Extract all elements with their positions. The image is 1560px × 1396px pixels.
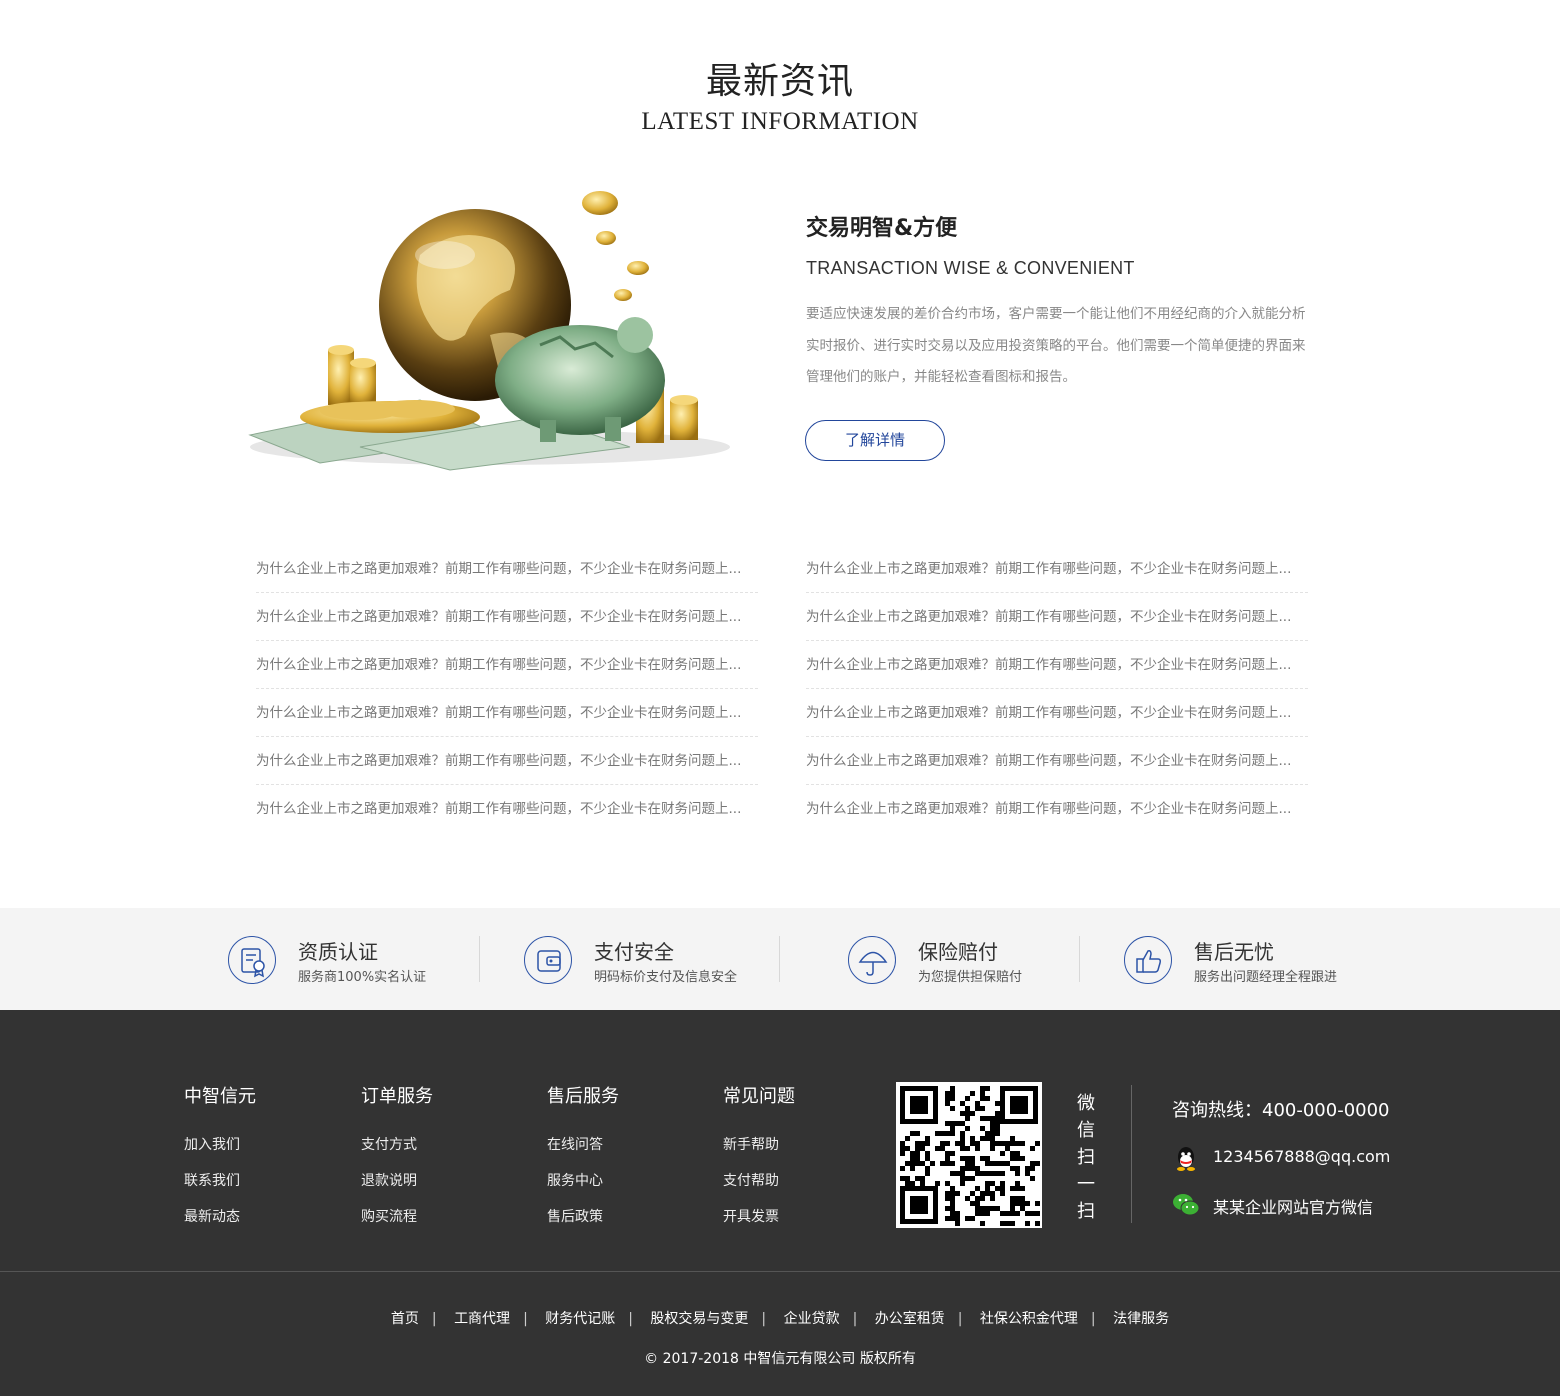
news-item[interactable]: 为什么企业上市之路更加艰难？前期工作有哪些问题，不少企业卡在财务问题上...	[806, 545, 1308, 593]
feature-block: 交易明智&方便 TRANSACTION WISE & CONVENIENT 要适…	[806, 210, 1316, 394]
bottom-link[interactable]: 工商代理	[454, 1311, 510, 1327]
feature-title: 交易明智&方便	[806, 216, 958, 241]
bottom-nav: 首页 | 工商代理 | 财务代记账 | 股权交易与变更 | 企业贷款 | 办公室租赁 | 社…	[0, 1308, 1560, 1328]
bottom-link-home[interactable]: 首页	[391, 1311, 419, 1327]
copyright: © 2017-2018 中智信元有限公司 版权所有	[644, 1351, 916, 1367]
scan-char: 微	[1077, 1093, 1095, 1114]
footer-link[interactable]: 开具发票	[723, 1206, 795, 1226]
divider	[1079, 936, 1080, 982]
footer-link[interactable]: 新手帮助	[723, 1134, 795, 1154]
footer-column-title: 售后服务	[547, 1086, 619, 1107]
service-name: 保险赔付	[918, 940, 998, 964]
news-list-left: 为什么企业上市之路更加艰难？前期工作有哪些问题，不少企业卡在财务问题上... 为…	[256, 545, 758, 833]
service-guarantee-bar: 资质认证 服务商100%实名认证 支付安全 明码标价支付及信息安全 保险赔付 为…	[0, 908, 1560, 1010]
globe-coins-money-illustration	[248, 191, 730, 471]
learn-more-button[interactable]: 了解详情	[805, 420, 945, 461]
service-name: 支付安全	[594, 940, 674, 964]
scan-char: 扫	[1077, 1147, 1095, 1168]
footer-column-orders: 订单服务 支付方式 退款说明 购买流程	[361, 1082, 433, 1226]
news-item[interactable]: 为什么企业上市之路更加艰难？前期工作有哪些问题，不少企业卡在财务问题上...	[256, 641, 758, 689]
scan-char: 扫	[1077, 1201, 1095, 1222]
wallet-icon	[524, 936, 572, 984]
news-item[interactable]: 为什么企业上市之路更加艰难？前期工作有哪些问题，不少企业卡在财务问题上...	[256, 545, 758, 593]
service-desc: 服务出问题经理全程跟进	[1194, 970, 1338, 985]
service-desc: 为您提供担保赔付	[918, 970, 1023, 985]
footer-link[interactable]: 支付帮助	[723, 1170, 795, 1190]
footer-link[interactable]: 联系我们	[184, 1170, 256, 1190]
footer-link[interactable]: 购买流程	[361, 1206, 433, 1226]
bottom-link[interactable]: 办公室租赁	[875, 1311, 945, 1327]
service-desc: 服务商100%实名认证	[298, 970, 427, 985]
footer-link[interactable]: 最新动态	[184, 1206, 256, 1226]
service-desc: 明码标价支付及信息安全	[594, 970, 738, 985]
bottom-link[interactable]: 社保公积金代理	[980, 1311, 1078, 1327]
wechat-icon	[1173, 1194, 1200, 1216]
bottom-link[interactable]: 企业贷款	[784, 1311, 840, 1327]
separator: |	[628, 1311, 633, 1327]
footer-column-title: 订单服务	[361, 1086, 433, 1107]
footer-divider	[0, 1271, 1560, 1272]
feature-description: 要适应快速发展的差价合约市场，客户需要一个能让他们不用经纪商的介入就能分析实时报…	[806, 306, 1306, 385]
service-name: 售后无忧	[1194, 940, 1274, 964]
footer-link[interactable]: 售后政策	[547, 1206, 619, 1226]
bottom-link[interactable]: 法律服务	[1113, 1311, 1169, 1327]
certificate-icon	[228, 936, 276, 984]
footer-column-company: 中智信元 加入我们 联系我们 最新动态	[184, 1082, 256, 1226]
separator: |	[761, 1311, 767, 1327]
wechat-scan-label: 微 信 扫 一 扫	[1076, 1090, 1096, 1225]
divider	[779, 936, 780, 982]
news-item[interactable]: 为什么企业上市之路更加艰难？前期工作有哪些问题，不少企业卡在财务问题上...	[806, 641, 1308, 689]
feature-subtitle: TRANSACTION WISE & CONVENIENT	[806, 258, 1135, 278]
separator: |	[852, 1311, 858, 1327]
footer-link[interactable]: 服务中心	[547, 1170, 619, 1190]
separator: |	[523, 1311, 528, 1327]
section-title: 最新资讯	[705, 61, 854, 102]
bottom-link[interactable]: 财务代记账	[545, 1311, 615, 1327]
footer-link[interactable]: 加入我们	[184, 1134, 256, 1154]
umbrella-icon	[848, 936, 896, 984]
scan-char: 一	[1077, 1174, 1095, 1195]
qq-email: 1234567888@qq.com	[1213, 1147, 1391, 1166]
separator: |	[1090, 1311, 1096, 1327]
news-item[interactable]: 为什么企业上市之路更加艰难？前期工作有哪些问题，不少企业卡在财务问题上...	[806, 689, 1308, 737]
bottom-link[interactable]: 股权交易与变更	[650, 1311, 748, 1327]
news-item[interactable]: 为什么企业上市之路更加艰难？前期工作有哪些问题，不少企业卡在财务问题上...	[806, 785, 1308, 833]
divider	[1131, 1085, 1132, 1223]
hotline: 咨询热线：400-000-0000	[1172, 1100, 1390, 1121]
section-subtitle: LATEST INFORMATION	[641, 108, 919, 135]
service-name: 资质认证	[298, 940, 378, 964]
scan-char: 信	[1077, 1120, 1095, 1141]
site-footer: 中智信元 加入我们 联系我们 最新动态 订单服务 支付方式 退款说明 购买流程 …	[0, 1010, 1560, 1396]
footer-column-aftersales: 售后服务 在线问答 服务中心 售后政策	[547, 1082, 619, 1226]
news-list-right: 为什么企业上市之路更加艰难？前期工作有哪些问题，不少企业卡在财务问题上... 为…	[806, 545, 1308, 833]
footer-link[interactable]: 在线问答	[547, 1134, 619, 1154]
news-item[interactable]: 为什么企业上市之路更加艰难？前期工作有哪些问题，不少企业卡在财务问题上...	[806, 593, 1308, 641]
news-item[interactable]: 为什么企业上市之路更加艰难？前期工作有哪些问题，不少企业卡在财务问题上...	[806, 737, 1308, 785]
news-item[interactable]: 为什么企业上市之路更加艰难？前期工作有哪些问题，不少企业卡在财务问题上...	[256, 737, 758, 785]
separator: |	[957, 1311, 963, 1327]
footer-link[interactable]: 支付方式	[361, 1134, 433, 1154]
qr-code-icon	[896, 1082, 1042, 1228]
news-item[interactable]: 为什么企业上市之路更加艰难？前期工作有哪些问题，不少企业卡在财务问题上...	[256, 689, 758, 737]
footer-link[interactable]: 退款说明	[361, 1170, 433, 1190]
separator: |	[431, 1311, 437, 1327]
footer-column-title: 中智信元	[184, 1086, 256, 1107]
news-item[interactable]: 为什么企业上市之路更加艰难？前期工作有哪些问题，不少企业卡在财务问题上...	[256, 593, 758, 641]
footer-column-title: 常见问题	[723, 1086, 795, 1107]
wechat-account: 某某企业网站官方微信	[1213, 1198, 1374, 1217]
qq-icon	[1177, 1147, 1195, 1171]
divider	[479, 936, 480, 982]
footer-column-faq: 常见问题 新手帮助 支付帮助 开具发票	[723, 1082, 795, 1226]
news-item[interactable]: 为什么企业上市之路更加艰难？前期工作有哪些问题，不少企业卡在财务问题上...	[256, 785, 758, 833]
thumbs-up-icon	[1124, 936, 1172, 984]
